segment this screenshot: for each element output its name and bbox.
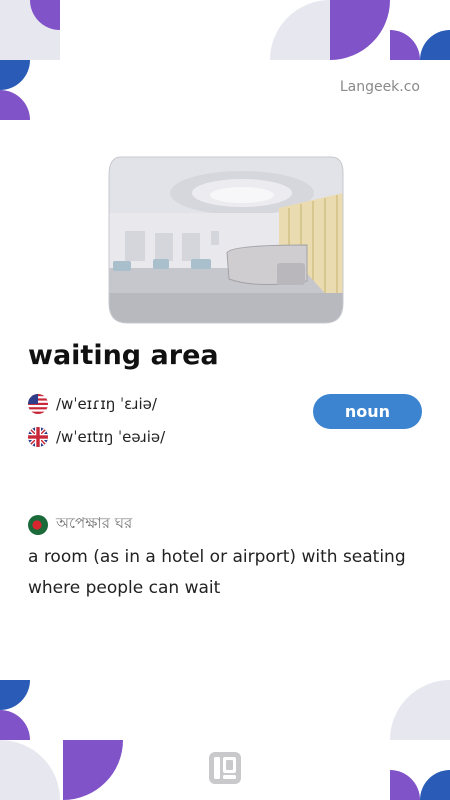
bottom-left-decoration bbox=[0, 680, 123, 800]
bottom-right-decoration bbox=[390, 680, 450, 800]
part-of-speech-badge[interactable]: noun bbox=[313, 394, 422, 429]
top-left-decoration bbox=[0, 0, 60, 120]
pronunciation-uk[interactable]: /wˈeɪtɪŋ ˈeəɹiə/ bbox=[28, 426, 165, 448]
translation-row: অপেক্ষার ঘর bbox=[28, 512, 132, 537]
translation-text: অপেক্ষার ঘর bbox=[56, 514, 133, 532]
langeek-logo-icon[interactable] bbox=[209, 752, 241, 784]
pronunciation-uk-ipa: /wˈeɪtɪŋ ˈeəɹiə/ bbox=[56, 428, 166, 446]
uk-flag-icon bbox=[28, 427, 48, 447]
word-title: waiting area bbox=[28, 340, 219, 371]
pronunciation-us[interactable]: /wˈeɪɾɪŋ ˈɛɹiə/ bbox=[28, 393, 157, 415]
waiting-area-illustration bbox=[108, 156, 344, 324]
us-flag-icon bbox=[28, 394, 48, 414]
pronunciation-us-ipa: /wˈeɪɾɪŋ ˈɛɹiə/ bbox=[56, 395, 157, 413]
top-right-decoration bbox=[270, 0, 450, 60]
site-brand-label[interactable]: Langeek.co bbox=[340, 79, 420, 95]
definition-text: a room (as in a hotel or airport) with s… bbox=[28, 547, 406, 598]
bangladesh-flag-icon bbox=[28, 514, 48, 535]
